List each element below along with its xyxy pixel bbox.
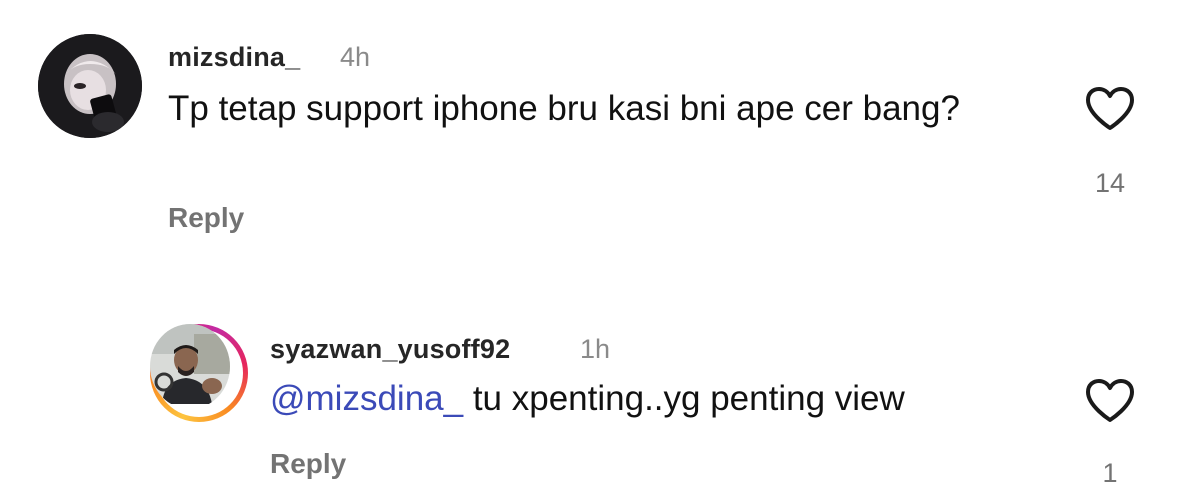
avatar[interactable] bbox=[150, 324, 230, 409]
reply-button[interactable]: Reply bbox=[168, 202, 244, 234]
avatar[interactable] bbox=[38, 34, 142, 138]
avatar-story-ring[interactable] bbox=[150, 324, 248, 422]
heart-outline-icon[interactable] bbox=[1084, 86, 1136, 132]
mention-link[interactable]: @mizsdina_ bbox=[270, 379, 463, 418]
avatar-image bbox=[38, 34, 142, 138]
username[interactable]: syazwan_yusoff92 bbox=[270, 334, 510, 365]
timestamp: 4h bbox=[340, 42, 371, 72]
comment-item: mizsdina_ 4h Tp tetap support iphone bru… bbox=[0, 0, 1200, 260]
comment-text: Tp tetap support iphone bru kasi bni ape… bbox=[168, 89, 960, 128]
heart-outline-icon[interactable] bbox=[1084, 378, 1136, 424]
reply-button[interactable]: Reply bbox=[270, 448, 346, 480]
like-count: 14 bbox=[1094, 168, 1126, 198]
username[interactable]: mizsdina_ bbox=[168, 42, 300, 73]
avatar-image bbox=[150, 324, 230, 404]
like-count: 1 bbox=[1102, 458, 1118, 488]
comment-text: @mizsdina_ tu xpenting..yg penting view bbox=[270, 376, 1050, 422]
timestamp: 1h bbox=[580, 334, 611, 364]
comment-text-body: tu xpenting..yg penting view bbox=[463, 379, 905, 418]
